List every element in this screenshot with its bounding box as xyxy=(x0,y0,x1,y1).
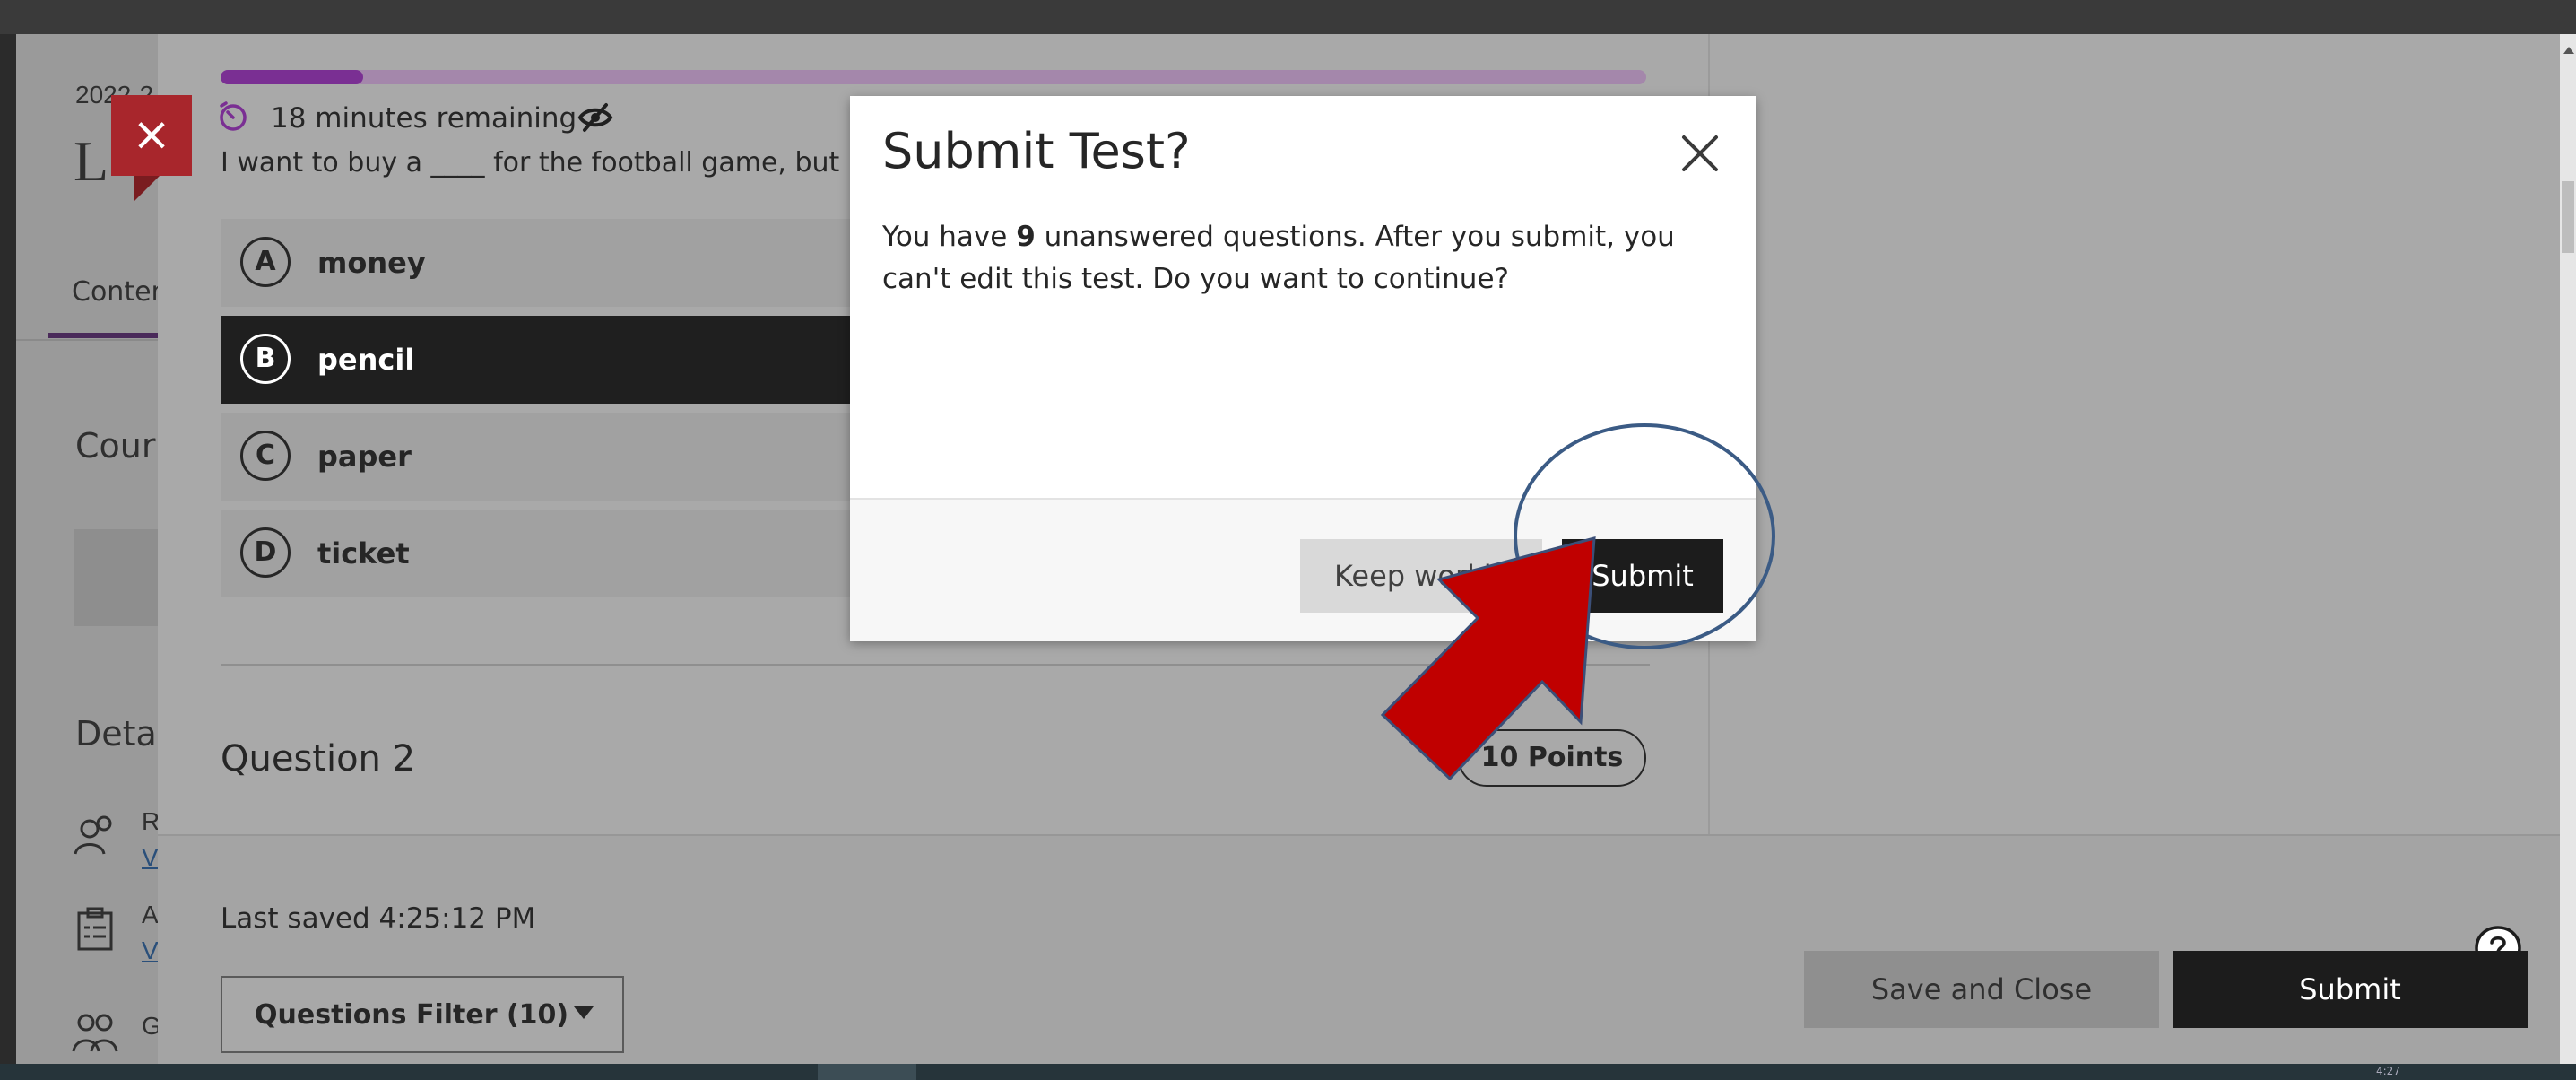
hide-timer-icon[interactable] xyxy=(577,102,613,133)
dialog-title: Submit Test? xyxy=(882,123,1191,179)
test-footer: Last saved 4:25:12 PM Questions Filter (… xyxy=(158,834,2563,1066)
scroll-up-arrow-icon[interactable] xyxy=(2563,47,2574,54)
dialog-message-prefix: You have xyxy=(882,221,1017,253)
dialog-footer: Keep working Submit xyxy=(850,498,1756,641)
option-text: paper xyxy=(317,440,412,474)
scrollbar-thumb[interactable] xyxy=(2562,181,2574,253)
unanswered-count: 9 xyxy=(1016,221,1036,253)
question-2-title: Question 2 xyxy=(221,738,416,780)
detail-item-1-link[interactable]: V xyxy=(142,843,159,872)
option-text: money xyxy=(317,246,426,280)
test-progress-bar xyxy=(221,70,1646,84)
course-title: L xyxy=(74,129,109,193)
close-badge-tail xyxy=(134,176,160,201)
option-letter: A xyxy=(240,237,291,287)
timer-icon xyxy=(220,101,247,131)
question-2-points-badge: 10 Points xyxy=(1458,729,1646,787)
tab-content[interactable]: Conten xyxy=(72,276,169,308)
option-letter: B xyxy=(240,334,291,384)
vertical-scrollbar[interactable] xyxy=(2560,34,2576,1064)
dialog-submit-button[interactable]: Submit xyxy=(1562,539,1723,613)
dialog-message: You have 9 unanswered questions. After y… xyxy=(882,216,1725,300)
time-remaining: 18 minutes remaining xyxy=(271,102,577,135)
option-letter: D xyxy=(240,527,291,578)
question-1-text: I want to buy a ____ for the football ga… xyxy=(221,147,848,179)
close-icon: × xyxy=(132,108,171,161)
clipboard-icon xyxy=(77,907,113,951)
chevron-down-icon xyxy=(574,1006,594,1019)
submit-test-button[interactable]: Submit xyxy=(2173,951,2528,1028)
close-test-button[interactable]: × xyxy=(111,95,192,176)
questions-filter-dropdown[interactable]: Questions Filter (10) xyxy=(221,976,624,1053)
last-saved-status: Last saved 4:25:12 PM xyxy=(221,902,536,935)
question-divider xyxy=(221,664,1650,666)
people-icon xyxy=(74,815,112,855)
details-heading: Deta xyxy=(75,714,157,753)
option-text: ticket xyxy=(317,536,410,570)
submit-test-dialog: Submit Test? You have 9 unanswered quest… xyxy=(850,96,1756,641)
browser-top-bar xyxy=(0,0,2576,34)
test-progress-fill xyxy=(221,70,363,84)
taskbar-app-item[interactable] xyxy=(818,1064,916,1080)
questions-filter-label: Questions Filter (10) xyxy=(255,999,569,1031)
detail-item-2-label: A xyxy=(142,901,159,928)
option-text: pencil xyxy=(317,343,415,377)
screen: 2022-2 L Conten Cour Deta R V A V G xyxy=(0,0,2576,1080)
course-heading: Cour xyxy=(75,426,156,466)
save-and-close-button[interactable]: Save and Close xyxy=(1804,951,2159,1028)
keep-working-button[interactable]: Keep working xyxy=(1300,539,1542,613)
os-taskbar: 4:27 xyxy=(0,1064,2576,1080)
group-icon xyxy=(72,1014,118,1052)
detail-item-2-link[interactable]: V xyxy=(142,936,159,965)
tab-divider xyxy=(16,339,160,341)
option-letter: C xyxy=(240,431,291,481)
taskbar-clock: 4:27 xyxy=(2376,1065,2400,1077)
close-icon[interactable] xyxy=(1675,128,1725,179)
